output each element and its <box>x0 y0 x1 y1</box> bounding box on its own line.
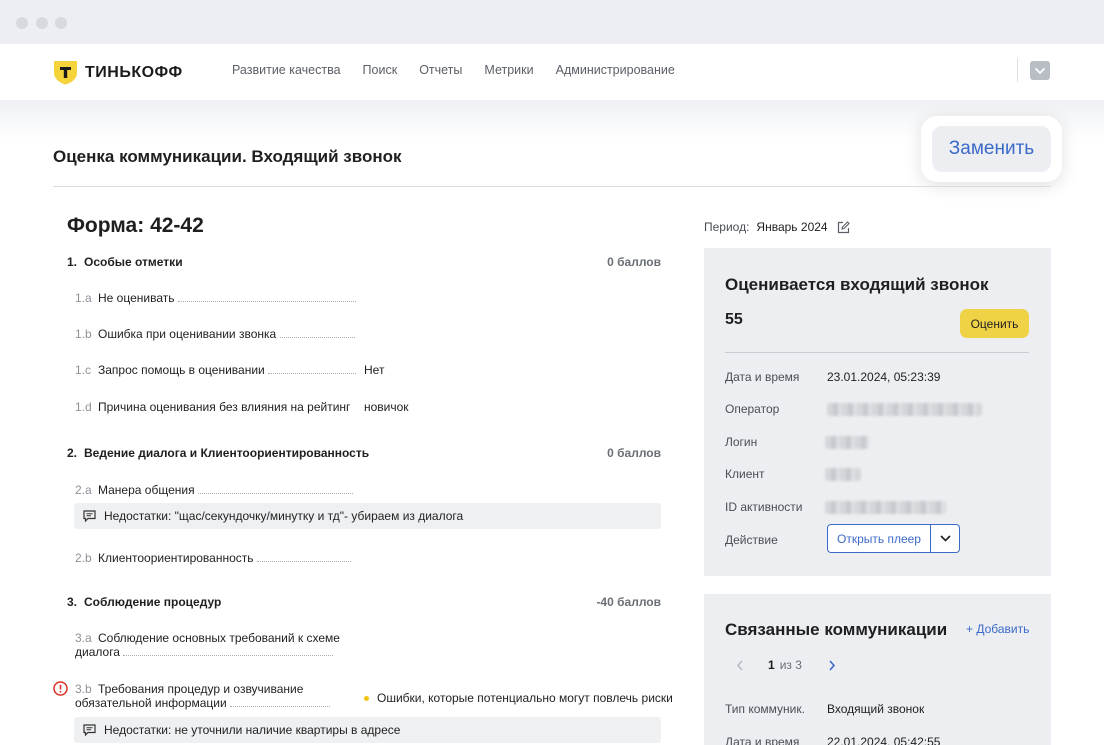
player-button-group: Открыть плеер <box>827 524 960 553</box>
form-item-value: Нет <box>364 363 385 377</box>
window-zoom-dot[interactable] <box>55 17 67 29</box>
comment-text: Недостатки: не уточнили наличие квартиры… <box>104 723 401 737</box>
main-content: Оценка коммуникации. Входящий звонок Зам… <box>0 100 1104 745</box>
comment-text: Недостатки: "щас/секундочку/минутку и тд… <box>104 509 464 523</box>
row-label: Дата и время <box>725 735 800 745</box>
form-item[interactable]: 1.c Запрос помощь в оценивании <box>75 363 360 377</box>
row-label: ID активности <box>725 500 803 514</box>
row-label: Клиент <box>725 467 765 481</box>
edit-icon[interactable] <box>837 220 850 234</box>
form-item[interactable]: 2.a Манера общения <box>75 483 360 497</box>
row-label: Дата и время <box>725 370 800 384</box>
form-item-value: новичок <box>364 400 409 414</box>
top-navbar: ТИНЬКОФФ Развитие качества Поиск Отчеты … <box>0 44 1104 100</box>
row-value: 22.01.2024, 05:42:55 <box>827 735 941 745</box>
form-item[interactable]: 3.a Соблюдение основных требований к схем… <box>75 631 360 659</box>
redacted-login <box>825 436 869 449</box>
brand-name: ТИНЬКОФФ <box>85 63 183 81</box>
chevron-down-icon <box>939 535 951 542</box>
user-menu-button[interactable] <box>1030 61 1050 80</box>
tinkoff-shield-icon <box>54 61 77 85</box>
player-dropdown-button[interactable] <box>931 524 960 553</box>
error-icon <box>53 681 68 696</box>
form-item[interactable]: 1.d Причина оценивания без влияния на рей… <box>75 400 360 414</box>
comment-row: Недостатки: не уточнили наличие квартиры… <box>74 717 661 743</box>
rate-button[interactable]: Оценить <box>960 309 1029 338</box>
replace-button[interactable]: Заменить <box>932 126 1051 172</box>
comment-row: Недостатки: "щас/секундочку/минутку и тд… <box>74 503 661 529</box>
row-label: Логин <box>725 435 758 449</box>
card-title: Связанные коммуникации <box>725 620 948 639</box>
pager-total: из 3 <box>779 658 802 672</box>
form-item[interactable]: 3.b Требования процедур и озвучивание обя… <box>75 682 360 710</box>
section-title: 2. Ведение диалога и Клиентоориентированн… <box>67 446 370 460</box>
row-value: Входящий звонок <box>827 702 925 716</box>
nav-item-search[interactable]: Поиск <box>363 63 398 77</box>
card-title: Оценивается входящий звонок <box>725 275 989 294</box>
form-title: Форма: 42-42 <box>67 214 204 237</box>
nav-item-quality[interactable]: Развитие качества <box>232 63 341 77</box>
related-communications-card: Связанные коммуникации + Добавить 1 из 3… <box>704 594 1051 745</box>
nav-divider <box>1017 58 1018 82</box>
section-score: 0 баллов <box>607 446 661 460</box>
row-label: Действие <box>725 533 778 547</box>
card-divider <box>725 352 1029 353</box>
chevron-down-icon <box>1034 67 1046 74</box>
comment-icon <box>83 510 96 522</box>
nav-item-metrics[interactable]: Метрики <box>484 63 533 77</box>
form-item[interactable]: 1.a Не оценивать <box>75 291 360 305</box>
chevron-left-icon[interactable] <box>736 659 744 671</box>
nav-item-admin[interactable]: Администрирование <box>556 63 675 77</box>
open-player-button[interactable]: Открыть плеер <box>827 524 931 553</box>
brand-logo[interactable]: ТИНЬКОФФ <box>53 60 183 85</box>
pager-current: 1 <box>768 658 775 672</box>
section-score: -40 баллов <box>596 595 661 609</box>
window-titlebar <box>0 0 1104 44</box>
title-divider <box>53 186 1051 187</box>
section-title: 1. Особые отметки <box>67 255 183 269</box>
period-value: Январь 2024 <box>756 220 828 234</box>
page-title: Оценка коммуникации. Входящий звонок <box>53 147 402 166</box>
redacted-operator <box>827 403 982 416</box>
chevron-right-icon[interactable] <box>828 659 836 671</box>
form-item-value: Ошибки, которые потенциально могут повле… <box>364 691 673 705</box>
form-item[interactable]: 2.b Клиентоориентированность <box>75 551 360 565</box>
row-value: 23.01.2024, 05:23:39 <box>827 370 941 384</box>
section-score: 0 баллов <box>607 255 661 269</box>
redacted-activity-id <box>825 501 946 514</box>
pager: 1 из 3 <box>736 658 836 672</box>
period-label: Период: <box>704 220 750 234</box>
replace-button-container: Заменить <box>921 116 1062 182</box>
add-related-link[interactable]: + Добавить <box>966 622 1029 636</box>
warning-dot-icon <box>364 696 369 702</box>
evaluated-call-card: Оценивается входящий звонок 55 Оценить Д… <box>704 248 1051 576</box>
comment-icon <box>83 724 96 736</box>
window-close-dot[interactable] <box>16 17 28 29</box>
period-selector: Период: Январь 2024 <box>704 220 850 234</box>
redacted-client <box>825 468 861 481</box>
call-score: 55 <box>725 311 743 328</box>
row-label: Тип коммуник. <box>725 702 805 716</box>
window-minimize-dot[interactable] <box>36 17 48 29</box>
section-title: 3. Соблюдение процедур <box>67 595 222 609</box>
form-item[interactable]: 1.b Ошибка при оценивании звонка <box>75 327 360 341</box>
nav-item-reports[interactable]: Отчеты <box>419 63 462 77</box>
main-nav: Развитие качества Поиск Отчеты Метрики А… <box>232 63 675 77</box>
row-label: Оператор <box>725 402 780 416</box>
